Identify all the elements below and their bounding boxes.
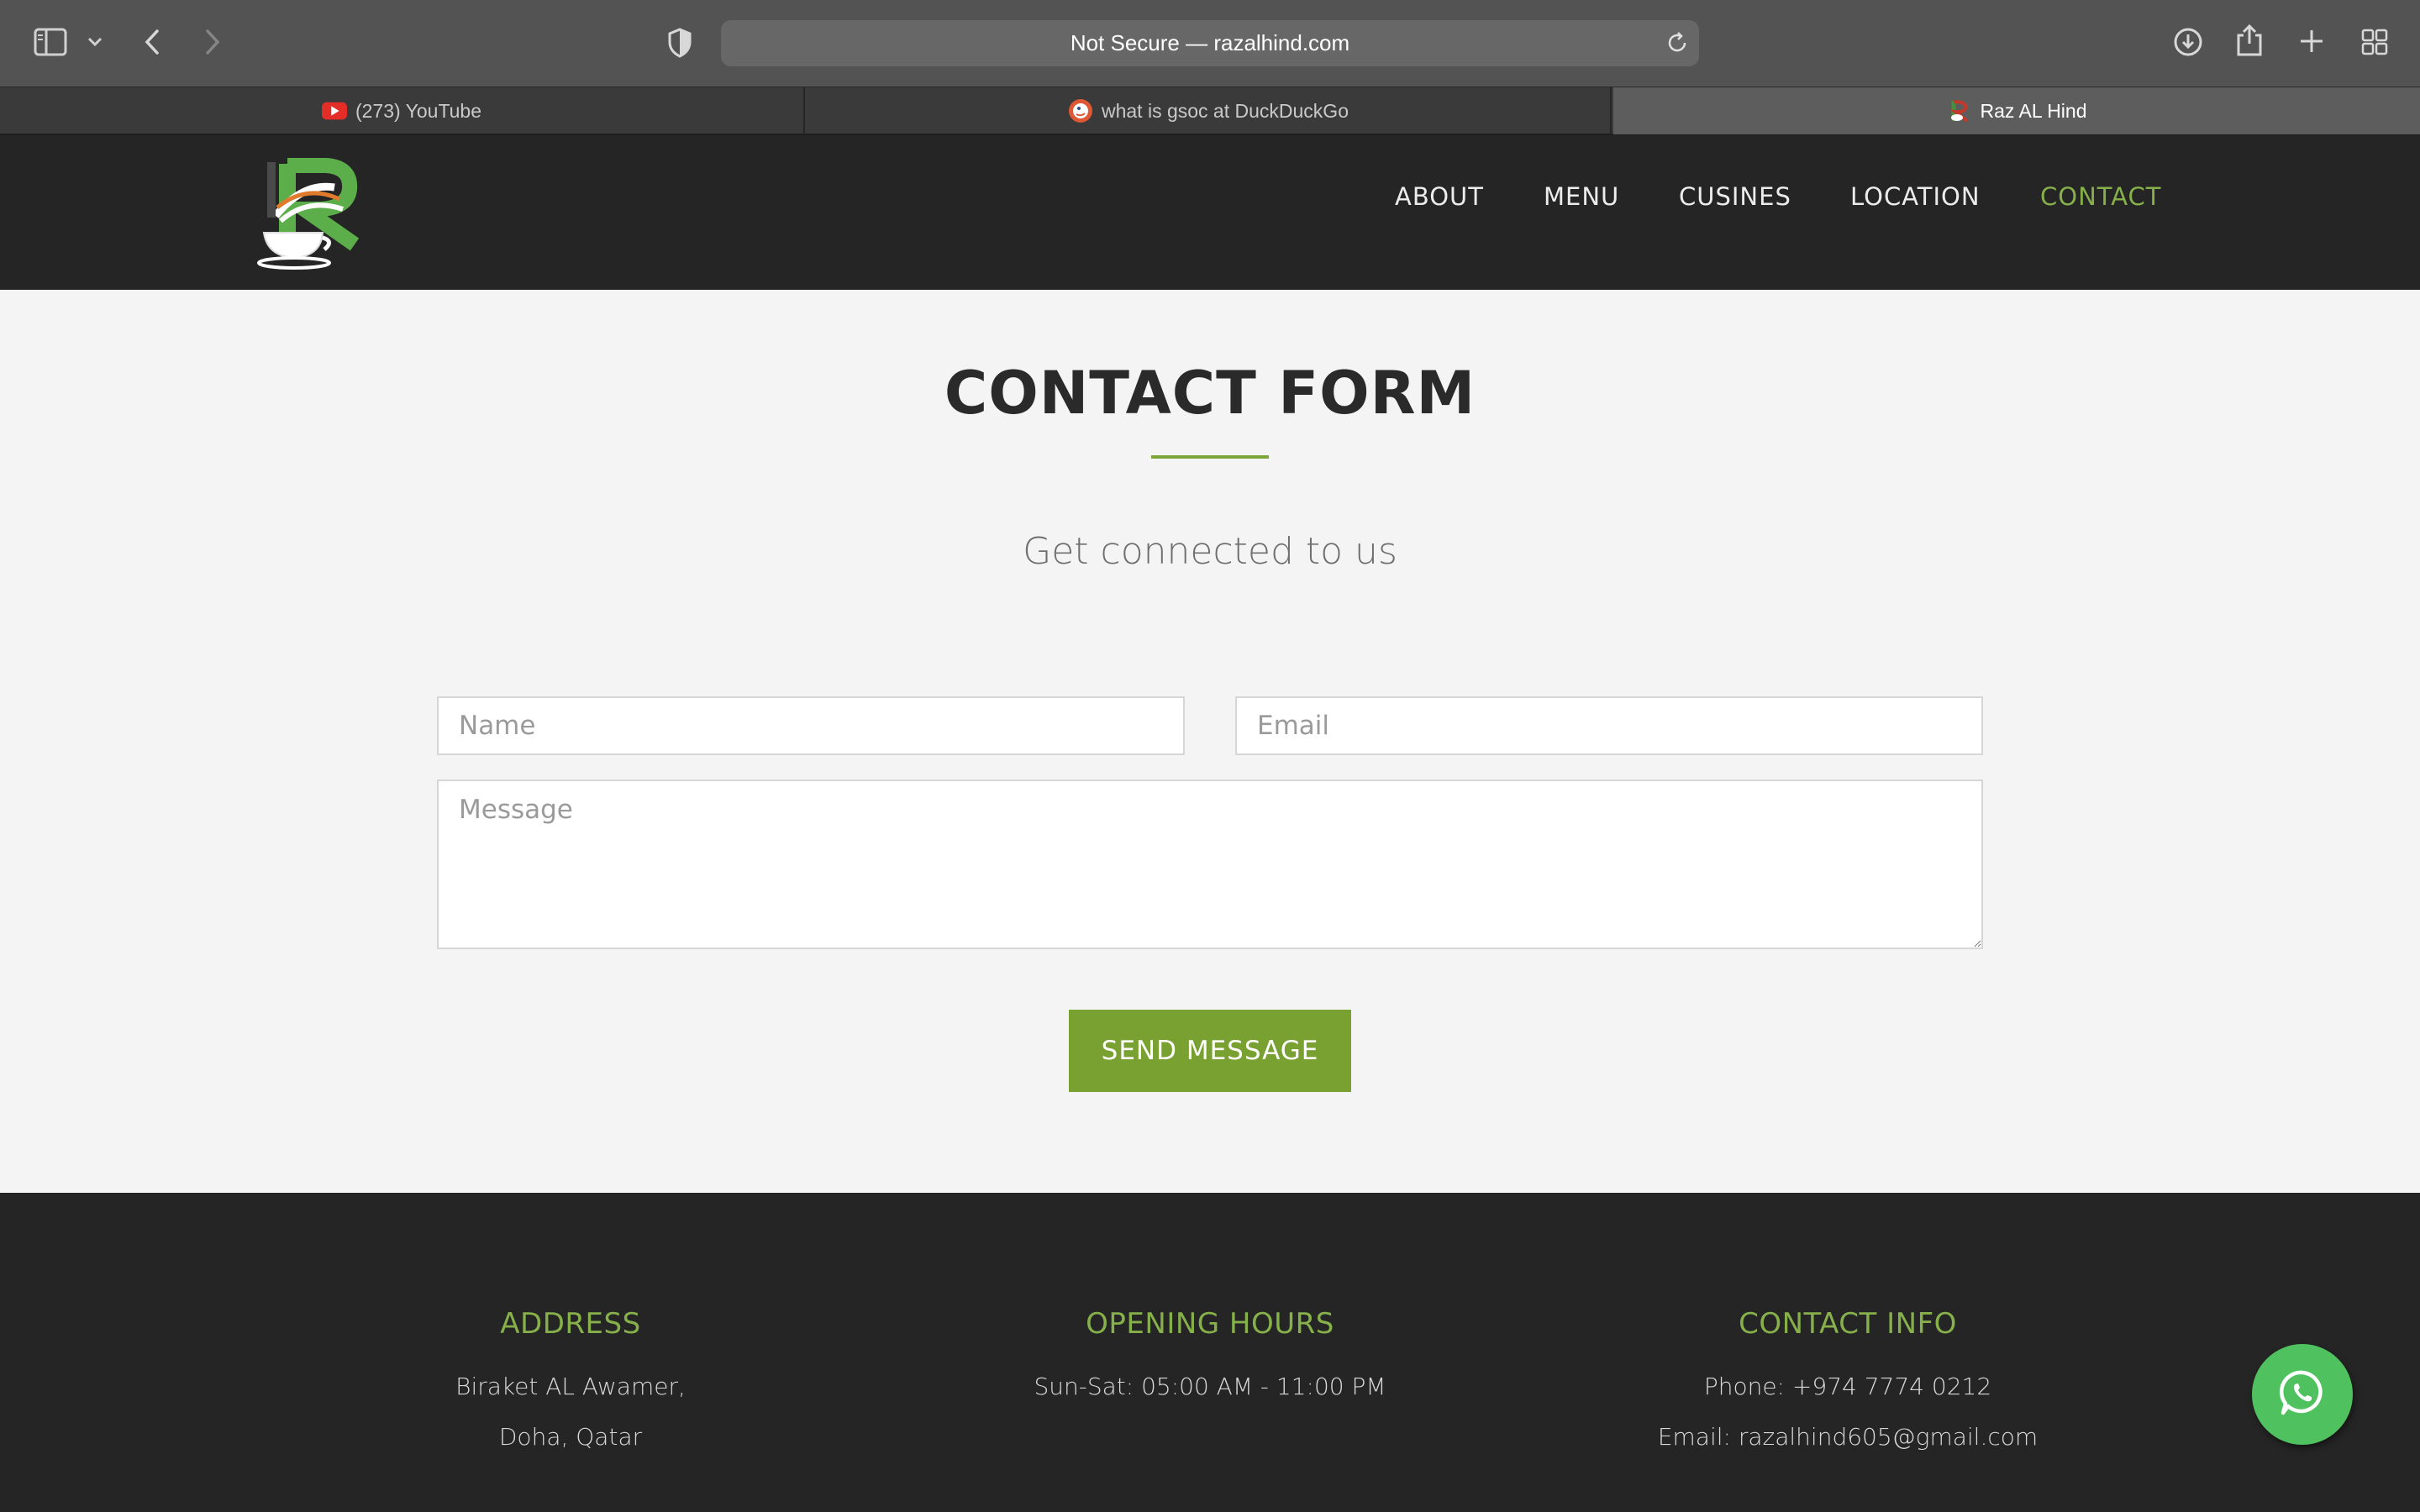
new-tab-plus-icon[interactable] [2297, 27, 2326, 55]
hours-line: Sun-Sat: 05:00 AM - 11:00 PM [1034, 1373, 1386, 1400]
email-text: Email: razalhind605@gmail.com [1657, 1423, 2039, 1451]
contact-subtitle: Get connected to us [1023, 530, 1397, 573]
phone-text: Phone: +974 7774 0212 [1703, 1373, 1992, 1400]
send-message-button[interactable]: SEND MESSAGE [1069, 1010, 1351, 1092]
message-field[interactable] [437, 780, 1983, 949]
nav-location[interactable]: LOCATION [1850, 182, 1981, 211]
forward-arrow-icon[interactable] [200, 25, 225, 59]
browser-toolbar: Not Secure — razalhind.com [0, 0, 2420, 87]
whatsapp-icon [2278, 1368, 2327, 1421]
downloads-icon[interactable] [2171, 25, 2205, 59]
tab-raz-al-hind[interactable]: Raz AL Hind [1613, 87, 2420, 134]
contact-section: CONTACT FORM Get connected to us SEND ME… [0, 290, 2420, 1193]
hours-heading: OPENING HOURS [1086, 1307, 1334, 1341]
back-arrow-icon[interactable] [139, 25, 165, 59]
share-icon[interactable] [2234, 22, 2265, 59]
site-header: ABOUT MENU CUSINES LOCATION CONTACT [0, 135, 2420, 290]
whatsapp-button[interactable] [2252, 1344, 2353, 1445]
tab-title: Raz AL Hind [1980, 99, 2087, 122]
contact-info-heading: CONTACT INFO [1739, 1307, 1957, 1341]
duckduckgo-icon [1068, 98, 1093, 123]
address-bar[interactable]: Not Secure — razalhind.com [721, 20, 1699, 66]
sidebar-toggle-icon[interactable] [32, 25, 69, 59]
tab-title: (273) YouTube [355, 99, 482, 122]
youtube-icon [321, 98, 347, 123]
reload-icon[interactable] [1665, 31, 1689, 59]
nav-menu[interactable]: MENU [1544, 182, 1619, 211]
tab-bar: (273) YouTube what is gsoc at DuckDuckGo… [0, 87, 2420, 135]
chevron-down-icon[interactable] [84, 30, 106, 54]
site-favicon [1947, 98, 1972, 123]
address-heading: ADDRESS [500, 1307, 641, 1341]
nav-contact[interactable]: CONTACT [2040, 182, 2162, 211]
footer-address: ADDRESS Biraket AL Awamer, Doha, Qatar [234, 1307, 907, 1451]
footer-contact-info: CONTACT INFO Phone: +974 7774 0212 Email… [1512, 1307, 2184, 1451]
privacy-shield-icon[interactable] [666, 27, 694, 59]
site-footer: ADDRESS Biraket AL Awamer, Doha, Qatar O… [0, 1193, 2420, 1512]
url-text: Not Secure — razalhind.com [1070, 30, 1350, 55]
email-field[interactable] [1235, 696, 1983, 755]
tab-title: what is gsoc at DuckDuckGo [1101, 99, 1349, 122]
tab-duckduckgo[interactable]: what is gsoc at DuckDuckGo [807, 87, 1612, 134]
contact-title: CONTACT FORM [944, 359, 1476, 428]
address-line-2: Doha, Qatar [498, 1423, 643, 1451]
site-logo[interactable] [252, 157, 370, 270]
address-line-1: Biraket AL Awamer, [455, 1373, 686, 1400]
nav-about[interactable]: ABOUT [1395, 182, 1484, 211]
title-divider [1151, 455, 1269, 459]
tab-overview-icon[interactable] [2360, 27, 2390, 57]
footer-opening-hours: OPENING HOURS Sun-Sat: 05:00 AM - 11:00 … [874, 1307, 1546, 1400]
name-field[interactable] [437, 696, 1185, 755]
tab-youtube[interactable]: (273) YouTube [0, 87, 805, 134]
nav-cuisines[interactable]: CUSINES [1679, 182, 1791, 211]
